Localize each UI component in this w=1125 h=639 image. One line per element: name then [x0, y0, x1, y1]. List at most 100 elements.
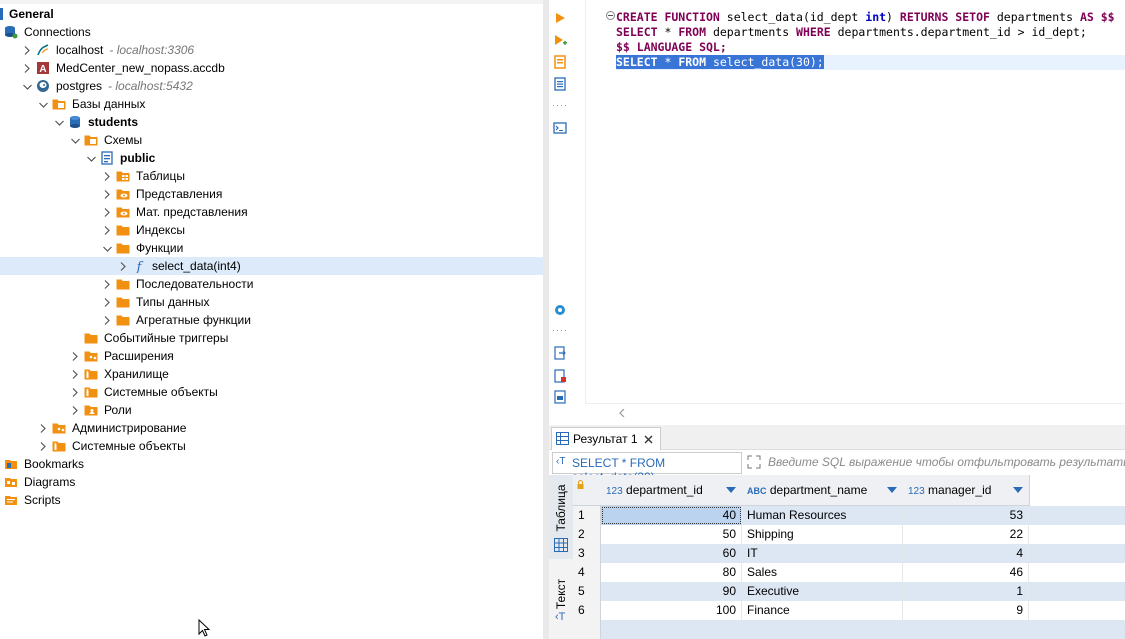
fold-marker-icon[interactable] [606, 11, 615, 20]
cell-manager-id[interactable]: 4 [903, 544, 1029, 563]
scroll-left-icon[interactable] [619, 409, 625, 417]
sort-dropdown-icon[interactable] [726, 487, 736, 493]
load-script-icon[interactable] [553, 77, 567, 91]
cell-department-name[interactable]: Finance [742, 601, 903, 620]
tree-item[interactable]: General [0, 5, 543, 23]
tree-item[interactable]: Системные объекты [0, 383, 543, 401]
table-row[interactable]: 4 80 Sales 46 [573, 563, 1125, 582]
filter-input[interactable]: Введите SQL выражение чтобы отфильтроват… [768, 455, 1125, 469]
row-number[interactable]: 5 [573, 582, 601, 601]
cell-department-id[interactable]: 50 [601, 525, 742, 544]
row-number[interactable]: 1 [573, 506, 601, 525]
chevron-right-icon[interactable] [104, 311, 112, 329]
settings-icon[interactable] [553, 303, 567, 317]
tree-item[interactable]: Типы данных [0, 293, 543, 311]
tree-item[interactable]: Scripts [0, 491, 543, 509]
tree-item[interactable]: localhost - localhost:3306 [0, 41, 543, 59]
chevron-down-icon[interactable] [55, 113, 64, 131]
table-row[interactable]: 2 50 Shipping 22 [573, 525, 1125, 544]
cell-department-id[interactable]: 80 [601, 563, 742, 582]
cell-manager-id[interactable]: 46 [903, 563, 1029, 582]
table-row[interactable]: 1 40 Human Resources 53 [573, 506, 1125, 525]
cell-department-id[interactable]: 100 [601, 601, 742, 620]
chevron-right-icon[interactable] [72, 401, 80, 419]
chevron-right-icon[interactable] [24, 41, 32, 59]
tab-text-view[interactable]: Текст ‹T [549, 561, 573, 639]
tree-item[interactable]: Роли [0, 401, 543, 419]
tree-item[interactable]: postgres - localhost:5432 [0, 77, 543, 95]
explain-plan-icon[interactable] [553, 55, 567, 69]
cell-manager-id[interactable]: 9 [903, 601, 1029, 620]
chevron-right-icon[interactable] [72, 383, 80, 401]
editor-horizontal-scrollbar[interactable] [585, 403, 1125, 422]
sort-dropdown-icon[interactable] [1013, 487, 1023, 493]
tree-item[interactable]: Хранилище [0, 365, 543, 383]
tree-item[interactable]: Представления [0, 185, 543, 203]
chevron-right-icon[interactable] [104, 185, 112, 203]
tree-item[interactable]: Системные объекты [0, 437, 543, 455]
tree-item[interactable]: Последовательности [0, 275, 543, 293]
execute-statement-icon[interactable] [553, 11, 567, 25]
tree-item[interactable]: Схемы [0, 131, 543, 149]
column-header-department-name[interactable]: ABC department_name [742, 475, 904, 506]
tab-result-1[interactable]: Результат 1 [551, 427, 661, 450]
chevron-right-icon[interactable] [24, 59, 32, 77]
tree-item[interactable]: Таблицы [0, 167, 543, 185]
tree-item[interactable]: students [0, 113, 543, 131]
chevron-right-icon[interactable] [72, 365, 80, 383]
chevron-right-icon[interactable] [40, 437, 48, 455]
export-icon[interactable] [553, 346, 567, 360]
cell-manager-id[interactable]: 22 [903, 525, 1029, 544]
output-console-icon[interactable] [553, 121, 567, 135]
cell-manager-id[interactable]: 53 [903, 506, 1029, 525]
tree-item[interactable]: Базы данных [0, 95, 543, 113]
column-header-manager-id[interactable]: 123 manager_id [903, 475, 1030, 506]
column-header-department-id[interactable]: 123 department_id [601, 475, 743, 506]
chevron-down-icon[interactable] [87, 149, 96, 167]
tree-item[interactable]: Diagrams [0, 473, 543, 491]
cell-department-name[interactable]: Shipping [742, 525, 903, 544]
row-number[interactable]: 2 [573, 525, 601, 544]
tree-item[interactable]: Connections [0, 23, 543, 41]
cell-manager-id[interactable]: 1 [903, 582, 1029, 601]
file-error-icon[interactable] [553, 369, 567, 383]
tree-item[interactable]: public [0, 149, 543, 167]
tree-item[interactable]: f select_data(int4) [0, 257, 543, 275]
expand-filter-icon[interactable] [747, 455, 761, 469]
row-number-header[interactable] [573, 475, 602, 506]
cell-department-name[interactable]: Human Resources [742, 506, 903, 525]
sort-dropdown-icon[interactable] [887, 487, 897, 493]
cell-department-name[interactable]: IT [742, 544, 903, 563]
cell-department-name[interactable]: Sales [742, 563, 903, 582]
cell-department-id[interactable]: 60 [601, 544, 742, 563]
query-text-box[interactable]: ‹T SELECT * FROM select_data(30) [552, 452, 742, 484]
row-number[interactable]: 6 [573, 601, 601, 620]
chevron-right-icon[interactable] [104, 275, 112, 293]
chevron-down-icon[interactable] [39, 95, 48, 113]
chevron-down-icon[interactable] [103, 239, 112, 257]
row-number[interactable]: 4 [573, 563, 601, 582]
tree-item[interactable]: Мат. представления [0, 203, 543, 221]
code-area[interactable]: CREATE FUNCTION select_data(id_dept int)… [585, 0, 1125, 403]
table-row[interactable]: 6 100 Finance 9 [573, 601, 1125, 620]
execute-script-icon[interactable] [553, 33, 567, 47]
chevron-right-icon[interactable] [104, 221, 112, 239]
table-row[interactable]: 5 90 Executive 1 [573, 582, 1125, 601]
chevron-right-icon[interactable] [104, 293, 112, 311]
chevron-right-icon[interactable] [72, 347, 80, 365]
chevron-right-icon[interactable] [104, 167, 112, 185]
chevron-right-icon[interactable] [104, 203, 112, 221]
cell-department-id[interactable]: 90 [601, 582, 742, 601]
table-row[interactable]: 3 60 IT 4 [573, 544, 1125, 563]
chevron-down-icon[interactable] [23, 77, 32, 95]
tree-item[interactable]: Администрирование [0, 419, 543, 437]
row-number[interactable]: 3 [573, 544, 601, 563]
close-tab-icon[interactable] [644, 435, 653, 444]
tree-item[interactable]: A MedCenter_new_nopass.accdb [0, 59, 543, 77]
tree-item[interactable]: Расширения [0, 347, 543, 365]
cell-department-id[interactable]: 40 [601, 506, 742, 525]
tab-table-view[interactable]: Таблица [549, 475, 573, 559]
sql-file-icon[interactable] [553, 390, 567, 404]
chevron-right-icon[interactable] [40, 419, 48, 437]
tree-item[interactable]: Агрегатные функции [0, 311, 543, 329]
